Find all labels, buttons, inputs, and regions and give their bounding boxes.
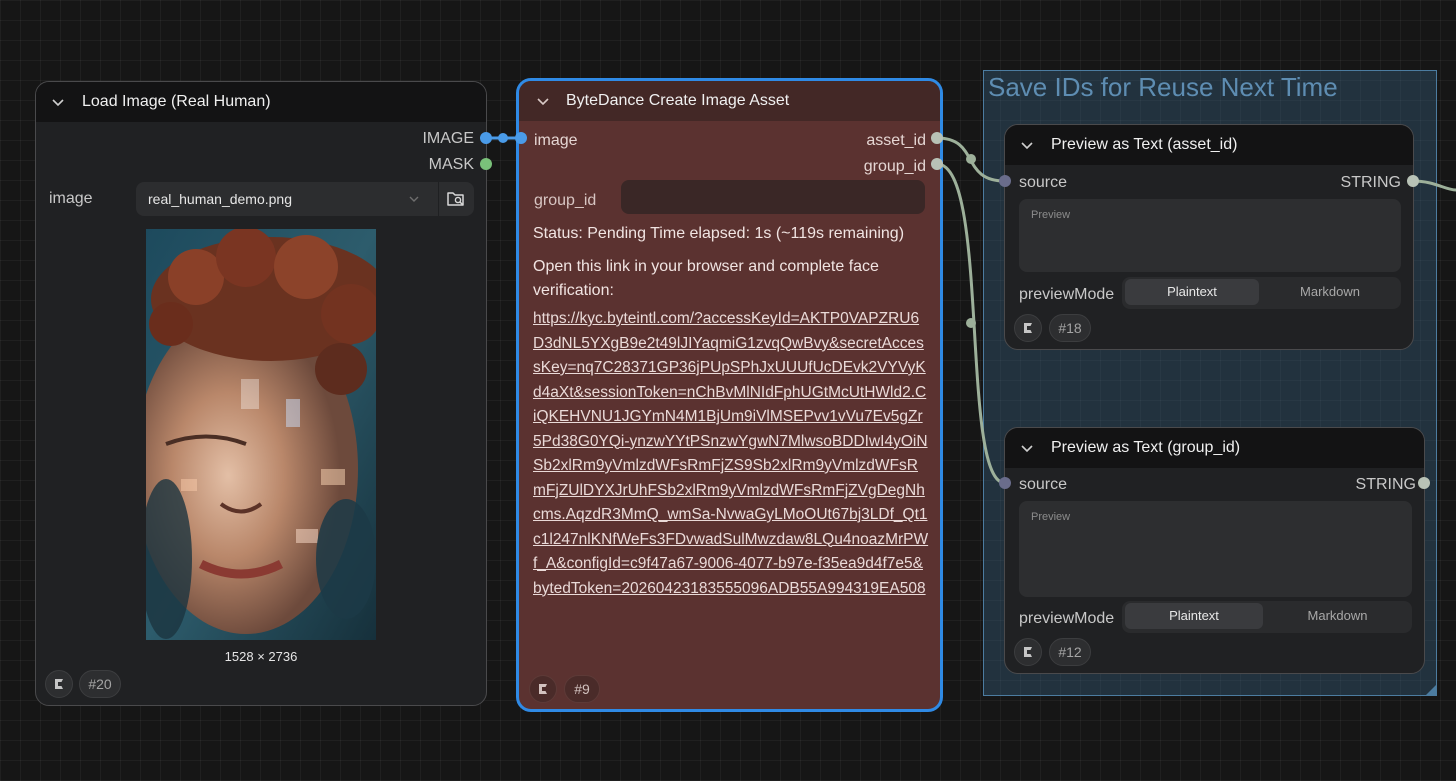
link-midpoint-image	[498, 133, 508, 143]
node-header[interactable]: Preview as Text (asset_id)	[1005, 125, 1413, 165]
group-resize-handle[interactable]	[1426, 685, 1436, 695]
instruction-text-line2: verification:	[533, 282, 614, 299]
comfy-logo-button[interactable]	[45, 670, 73, 698]
output-label-string: STRING	[1355, 476, 1416, 493]
preview-placeholder: Preview	[1031, 511, 1071, 523]
node-id-badge: #18	[1049, 314, 1091, 342]
image-select-value: real_human_demo.png	[148, 191, 292, 207]
preview-as-text-asset-id-node[interactable]: Preview as Text (asset_id) source STRING…	[1004, 124, 1414, 350]
node-header[interactable]: ByteDance Create Image Asset	[519, 81, 940, 121]
node-id-badge: #12	[1049, 638, 1091, 666]
preview-mode-label: previewMode	[1019, 610, 1115, 627]
preview-mode-label: previewMode	[1019, 286, 1115, 303]
group-id-input[interactable]	[621, 180, 925, 214]
folder-search-icon[interactable]	[446, 190, 466, 208]
comfy-logo-button[interactable]	[1014, 638, 1042, 666]
bytedance-create-image-asset-node[interactable]: ByteDance Create Image Asset image asset…	[516, 78, 943, 712]
mode-option-plaintext[interactable]: Plaintext	[1125, 603, 1263, 629]
comfy-logo-button[interactable]	[529, 675, 557, 703]
node-id-badge: #9	[564, 675, 600, 703]
output-label-image: IMAGE	[422, 130, 474, 147]
node-id-badge: #20	[79, 670, 121, 698]
widget-label-group-id: group_id	[534, 192, 597, 209]
output-label-group-id: group_id	[863, 158, 926, 175]
input-label-image: image	[534, 132, 578, 149]
input-label-source: source	[1019, 174, 1068, 191]
comfy-logo-icon	[55, 679, 63, 689]
comfy-logo-button[interactable]	[1014, 314, 1042, 342]
chevron-down-icon[interactable]	[1019, 440, 1035, 456]
input-label-source: source	[1019, 476, 1068, 493]
comfy-logo-icon	[539, 684, 547, 694]
image-dimensions: 1528 × 2736	[224, 649, 298, 664]
comfy-logo-icon	[1024, 323, 1032, 333]
preview-placeholder: Preview	[1031, 209, 1071, 221]
node-title: Preview as Text (group_id)	[1051, 439, 1241, 456]
chevron-down-icon[interactable]	[50, 94, 66, 110]
widget-label-image: image	[49, 190, 93, 207]
instruction-text-line1: Open this link in your browser and compl…	[533, 258, 879, 275]
link-midpoint-asset-id	[966, 154, 976, 164]
node-header[interactable]: Preview as Text (group_id)	[1005, 428, 1424, 468]
node-header[interactable]: Load Image (Real Human)	[36, 82, 486, 122]
preview-textarea[interactable]: Preview	[1019, 199, 1401, 272]
node-title: Load Image (Real Human)	[82, 93, 271, 110]
preview-mode-toggle[interactable]: Plaintext Markdown	[1122, 601, 1412, 633]
image-select[interactable]: real_human_demo.png	[136, 182, 474, 216]
select-divider	[438, 182, 439, 216]
status-text: Status: Pending Time elapsed: 1s (~119s …	[533, 225, 905, 242]
chevron-down-icon[interactable]	[1019, 137, 1035, 153]
link-midpoint-group-id	[966, 318, 976, 328]
comfy-logo-icon	[1024, 647, 1032, 657]
preview-textarea[interactable]: Preview	[1019, 501, 1412, 597]
group-title[interactable]: Save IDs for Reuse Next Time	[988, 72, 1338, 103]
node-title: Preview as Text (asset_id)	[1051, 136, 1238, 153]
preview-as-text-group-id-node[interactable]: Preview as Text (group_id) source STRING…	[1004, 427, 1425, 674]
chevron-down-icon	[409, 196, 419, 202]
node-title: ByteDance Create Image Asset	[566, 92, 790, 109]
mode-option-markdown[interactable]: Markdown	[1266, 603, 1409, 629]
load-image-node[interactable]: Load Image (Real Human) IMAGE MASK image…	[35, 81, 487, 706]
output-label-asset-id: asset_id	[866, 132, 926, 149]
verification-link[interactable]: https://kyc.byteintl.com/?accessKeyId=AK…	[533, 307, 929, 601]
mode-option-plaintext[interactable]: Plaintext	[1125, 279, 1259, 305]
preview-mode-toggle[interactable]: Plaintext Markdown	[1122, 277, 1401, 309]
output-label-mask: MASK	[428, 156, 474, 173]
image-preview	[146, 229, 376, 640]
mode-option-markdown[interactable]: Markdown	[1262, 279, 1398, 305]
output-label-string: STRING	[1340, 174, 1401, 191]
chevron-down-icon[interactable]	[535, 93, 551, 109]
